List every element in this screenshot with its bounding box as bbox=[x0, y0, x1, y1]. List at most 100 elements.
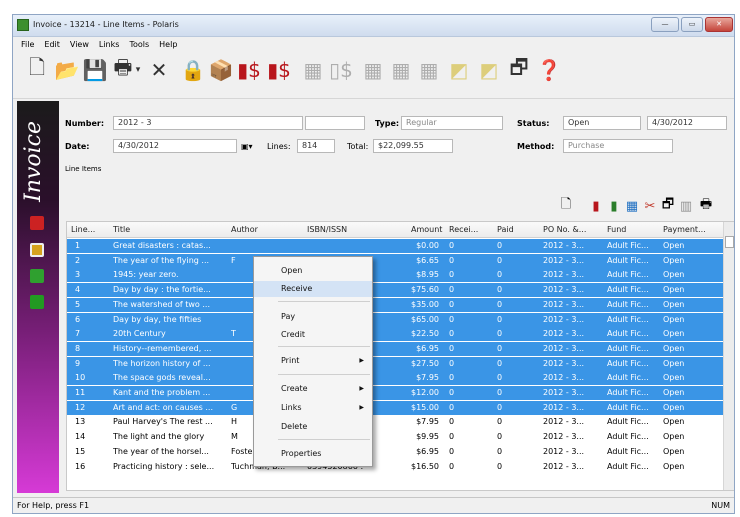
lock-icon[interactable]: 🔒 bbox=[181, 57, 206, 83]
side-icon-line-items[interactable] bbox=[30, 243, 44, 257]
date-field[interactable]: 4/30/2012 bbox=[113, 139, 237, 153]
context-menu-credit[interactable]: Credit bbox=[254, 327, 372, 343]
col-amount[interactable]: Amount bbox=[411, 225, 442, 234]
credit-line-icon[interactable]: ▮$ bbox=[267, 57, 291, 83]
number-field[interactable]: 2012 - 3 bbox=[113, 116, 303, 130]
menu-tools[interactable]: Tools bbox=[129, 40, 149, 49]
table-row[interactable]: 15The year of the horsel...Foster, Gei..… bbox=[67, 445, 725, 459]
col-po[interactable]: PO No. &... bbox=[543, 225, 586, 234]
cell-po: 2012 - 3... bbox=[543, 402, 585, 412]
cell-title: History--remembered, ... bbox=[113, 343, 212, 353]
calendar-dropdown-icon[interactable]: ▣▾ bbox=[241, 142, 253, 151]
cell-fund: Adult Fic... bbox=[607, 417, 649, 427]
cell-rec: 0 bbox=[449, 373, 455, 383]
disabled-2-icon[interactable]: ▯$ bbox=[329, 57, 353, 83]
grid-new-icon[interactable]: 🗋 bbox=[557, 197, 575, 215]
cell-title: Day by day, the fifties bbox=[113, 314, 202, 324]
context-menu-open[interactable]: Open bbox=[254, 263, 372, 279]
grid-receive-icon[interactable]: ▮ bbox=[587, 197, 605, 215]
save-icon[interactable]: 💾 bbox=[83, 57, 108, 83]
table-row[interactable]: 9 The horizon history of ... $27.50 0 0 2012 … bbox=[67, 356, 725, 371]
scrollbar-thumb[interactable] bbox=[725, 236, 734, 248]
context-menu-create[interactable]: Create ▶ bbox=[254, 381, 372, 397]
new-document-icon[interactable]: 🗋 bbox=[25, 55, 49, 83]
receive-icon[interactable]: 📦 bbox=[209, 57, 234, 83]
menu-help[interactable]: Help bbox=[159, 40, 177, 49]
table-row[interactable]: 10 The space gods reveal... $7.95 0 0 2012 - … bbox=[67, 371, 725, 386]
grid-print-icon[interactable]: 🖶 bbox=[697, 197, 715, 215]
table-row[interactable]: 4 Day by day : the fortie... $75.60 0 0 2012 … bbox=[67, 283, 725, 298]
side-icon-green[interactable] bbox=[30, 269, 44, 283]
number-label: Number: bbox=[65, 119, 105, 128]
col-received[interactable]: Recei... bbox=[449, 225, 478, 234]
context-menu-label: Credit bbox=[281, 330, 306, 339]
dropdown-arrow-icon[interactable]: ▾ bbox=[131, 57, 145, 83]
help-icon[interactable]: ❓ bbox=[537, 57, 562, 83]
cell-paid: 0 bbox=[497, 402, 503, 412]
table-row[interactable]: 8 History--remembered, ... $6.95 0 0 2012 - 3… bbox=[67, 341, 725, 356]
table-row[interactable]: 2 The year of the flying ... F $6.65 0 0 2012 … bbox=[67, 253, 725, 268]
table-row[interactable]: 1 Great disasters : catas... $0.00 0 0 2012 -… bbox=[67, 239, 725, 253]
cell-paid: 0 bbox=[497, 270, 503, 280]
grid-tools-icon[interactable]: ✂ bbox=[641, 197, 659, 215]
col-fund[interactable]: Fund bbox=[607, 225, 626, 234]
table-row[interactable]: 16Practicing history : sele...Tuchman, B… bbox=[67, 460, 725, 474]
cell-title: The year of the flying ... bbox=[113, 255, 210, 265]
table-row[interactable]: 11 Kant and the problem ... $12.00 0 0 2012 -… bbox=[67, 386, 725, 400]
context-menu-delete[interactable]: Delete bbox=[254, 419, 372, 435]
cell-rec: 0 bbox=[449, 432, 455, 442]
menu-file[interactable]: File bbox=[21, 40, 34, 49]
col-author[interactable]: Author bbox=[231, 225, 258, 234]
cell-amount: $27.50 bbox=[411, 358, 439, 368]
grid-properties-icon[interactable]: 🗗 bbox=[659, 197, 677, 215]
table-row[interactable]: 14 The light and the glory M $9.95 0 0 2012 - … bbox=[67, 430, 725, 444]
cell-rec: 0 bbox=[449, 446, 455, 456]
col-line[interactable]: Line... bbox=[71, 225, 95, 234]
disabled-3-icon[interactable]: ▦ bbox=[361, 57, 385, 83]
method-dropdown[interactable]: Purchase bbox=[563, 139, 673, 153]
table-row[interactable]: 3 1945: year zero. $8.95 0 0 2012 - 3... Adult… bbox=[67, 268, 725, 283]
grid-scrollbar[interactable] bbox=[723, 222, 734, 490]
table-row[interactable]: 5 The watershed of two ... $35.00 0 0 2012 - … bbox=[67, 297, 725, 312]
table-row[interactable]: 6 Day by day, the fifties $65.00 0 0 2012 - 3… bbox=[67, 312, 725, 327]
grid-disabled-icon[interactable]: ▥ bbox=[677, 197, 695, 215]
table-row[interactable]: 720th CenturyTb...$22.50002012 - 3...Adu… bbox=[67, 327, 725, 342]
context-menu-pay[interactable]: Pay bbox=[254, 309, 372, 325]
menu-links[interactable]: Links bbox=[99, 40, 120, 49]
properties-icon[interactable]: 🗗 bbox=[507, 55, 531, 83]
table-row[interactable]: 12 Art and act: on causes ... G $15.00 0 0 201… bbox=[67, 400, 725, 415]
col-paid[interactable]: Paid bbox=[497, 225, 514, 234]
pay-line-icon[interactable]: ▮$ bbox=[237, 57, 261, 83]
total-field: $22,099.55 bbox=[373, 139, 453, 153]
close-button[interactable]: ✕ bbox=[705, 17, 733, 32]
context-menu-links[interactable]: Links ▶ bbox=[254, 400, 372, 416]
grid-chart-icon[interactable]: ▦ bbox=[623, 197, 641, 215]
context-menu-properties[interactable]: Properties bbox=[254, 446, 372, 462]
menu-view[interactable]: View bbox=[70, 40, 89, 49]
disabled-1-icon[interactable]: ▦ bbox=[301, 57, 325, 83]
cell-rec: 0 bbox=[449, 255, 455, 265]
menu-edit[interactable]: Edit bbox=[44, 40, 60, 49]
delete-icon[interactable]: ✕ bbox=[147, 57, 171, 83]
minimize-button[interactable]: — bbox=[651, 17, 679, 32]
table-row[interactable]: 13 Paul Harvey's The rest ... H $7.95 0 0 2012… bbox=[67, 415, 725, 429]
side-icon-red[interactable] bbox=[30, 216, 44, 230]
number-extra-field[interactable] bbox=[305, 116, 365, 130]
disabled-4-icon[interactable]: ▦ bbox=[389, 57, 413, 83]
cell-rec: 0 bbox=[449, 241, 455, 250]
disabled-5-icon[interactable]: ▦ bbox=[417, 57, 441, 83]
type-dropdown[interactable]: Regular bbox=[401, 116, 503, 130]
cell-fund: Adult Fic... bbox=[607, 461, 649, 471]
col-isbn[interactable]: ISBN/ISSN bbox=[307, 225, 347, 234]
side-icon-links[interactable] bbox=[30, 295, 44, 309]
context-menu-receive[interactable]: Receive bbox=[254, 281, 372, 297]
col-title[interactable]: Title bbox=[113, 225, 130, 234]
maximize-button[interactable]: ▭ bbox=[681, 17, 703, 32]
tag-icon[interactable]: ◩ bbox=[447, 57, 471, 83]
open-folder-icon[interactable]: 📂 bbox=[55, 57, 80, 83]
grid-pay-icon[interactable]: ▮ bbox=[605, 197, 623, 215]
col-payment[interactable]: Payment... bbox=[663, 225, 706, 234]
filter-icon[interactable]: ◩ bbox=[477, 57, 501, 83]
cell-rec: 0 bbox=[449, 314, 455, 324]
context-menu-print[interactable]: Print ▶ bbox=[254, 353, 372, 369]
